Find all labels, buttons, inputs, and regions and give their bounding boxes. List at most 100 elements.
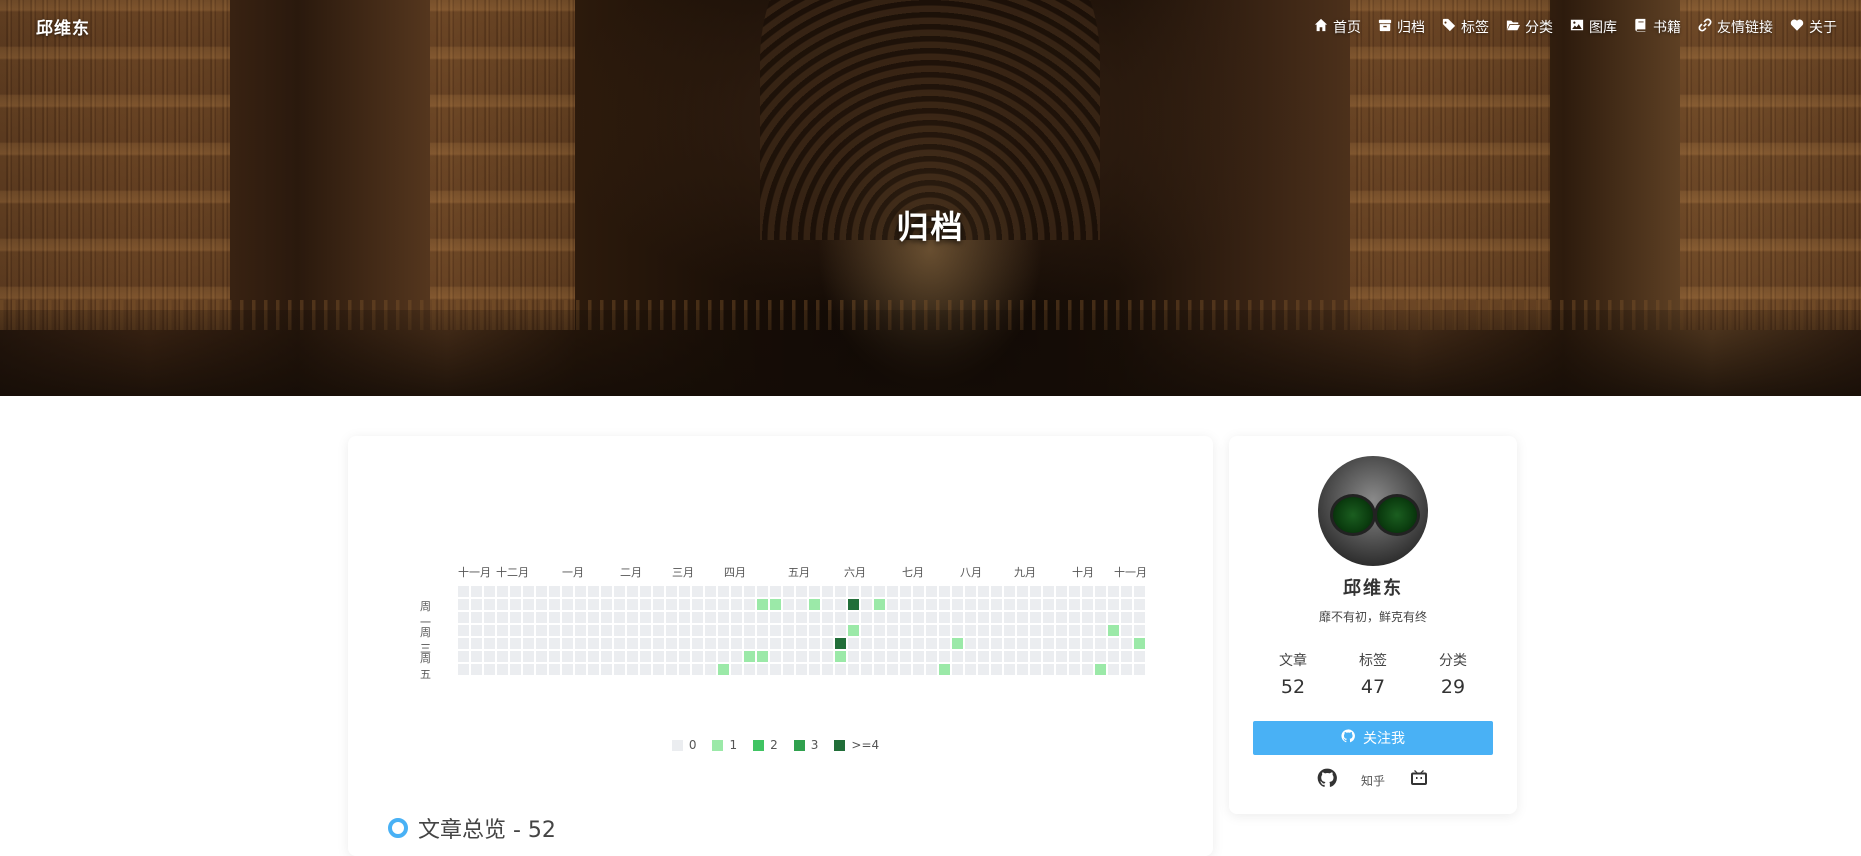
heatmap-cell[interactable] [1082, 651, 1093, 662]
heatmap-cell[interactable] [562, 651, 573, 662]
heatmap-cell[interactable] [913, 664, 924, 675]
heatmap-cell[interactable] [705, 664, 716, 675]
heatmap-cell[interactable] [822, 599, 833, 610]
heatmap-cell[interactable] [471, 612, 482, 623]
zhihu-link[interactable]: 知乎 [1361, 772, 1385, 789]
heatmap-cell[interactable] [575, 599, 586, 610]
heatmap-cell[interactable] [523, 612, 534, 623]
heatmap-cell[interactable] [965, 651, 976, 662]
heatmap-cell[interactable] [1056, 599, 1067, 610]
heatmap-cell[interactable] [510, 664, 521, 675]
heatmap-cell[interactable] [835, 586, 846, 597]
heatmap-cell[interactable] [1004, 651, 1015, 662]
heatmap-cell[interactable] [744, 664, 755, 675]
heatmap-cell[interactable] [575, 638, 586, 649]
heatmap-cell[interactable] [666, 651, 677, 662]
heatmap-cell[interactable] [939, 625, 950, 636]
heatmap-cell[interactable] [653, 664, 664, 675]
nav-item-gallery[interactable]: 图库 [1570, 17, 1617, 37]
heatmap-cell[interactable] [861, 638, 872, 649]
heatmap-cell[interactable] [770, 638, 781, 649]
heatmap-cell[interactable] [900, 612, 911, 623]
nav-item-tags[interactable]: 标签 [1442, 17, 1489, 37]
heatmap-cell[interactable] [575, 651, 586, 662]
heatmap-cell[interactable] [1134, 625, 1145, 636]
heatmap-cell[interactable] [497, 586, 508, 597]
heatmap-cell[interactable] [601, 638, 612, 649]
heatmap-cell[interactable] [783, 664, 794, 675]
heatmap-cell[interactable] [614, 586, 625, 597]
heatmap-cell[interactable] [835, 599, 846, 610]
heatmap-cell[interactable] [1082, 625, 1093, 636]
stat-categories[interactable]: 分类 29 [1413, 650, 1493, 698]
heatmap-cell[interactable] [627, 664, 638, 675]
heatmap-cell[interactable] [1121, 638, 1132, 649]
heatmap-cell[interactable] [1004, 638, 1015, 649]
heatmap-cell[interactable] [952, 651, 963, 662]
heatmap-cell[interactable] [627, 625, 638, 636]
heatmap-cell[interactable] [887, 664, 898, 675]
heatmap-cell[interactable] [484, 664, 495, 675]
nav-item-categories[interactable]: 分类 [1506, 17, 1553, 37]
nav-item-books[interactable]: 书籍 [1634, 17, 1681, 37]
heatmap-cell[interactable] [991, 612, 1002, 623]
heatmap-cell[interactable] [1069, 612, 1080, 623]
heatmap-cell[interactable] [510, 638, 521, 649]
heatmap-cell[interactable] [848, 612, 859, 623]
heatmap-cell[interactable] [796, 664, 807, 675]
heatmap-cell[interactable] [731, 586, 742, 597]
heatmap-cell[interactable] [1121, 599, 1132, 610]
heatmap-cell[interactable] [926, 612, 937, 623]
heatmap-cell[interactable] [1004, 625, 1015, 636]
heatmap-cell[interactable] [887, 651, 898, 662]
heatmap-cell[interactable] [510, 612, 521, 623]
heatmap-cell[interactable] [1030, 638, 1041, 649]
heatmap-cell[interactable] [1069, 664, 1080, 675]
heatmap-cell[interactable] [640, 625, 651, 636]
heatmap-cell[interactable] [510, 625, 521, 636]
heatmap-cell[interactable] [939, 638, 950, 649]
heatmap-cell[interactable] [926, 664, 937, 675]
heatmap-cell[interactable] [887, 638, 898, 649]
heatmap-cell[interactable] [783, 638, 794, 649]
heatmap-cell[interactable] [718, 664, 729, 675]
heatmap-cell[interactable] [549, 599, 560, 610]
heatmap-cell[interactable] [562, 625, 573, 636]
heatmap-cell[interactable] [1069, 625, 1080, 636]
heatmap-cell[interactable] [874, 586, 885, 597]
heatmap-cell[interactable] [1069, 638, 1080, 649]
heatmap-cell[interactable] [1069, 599, 1080, 610]
heatmap-cell[interactable] [1030, 625, 1041, 636]
heatmap-cell[interactable] [731, 638, 742, 649]
heatmap-cell[interactable] [471, 651, 482, 662]
heatmap-cell[interactable] [523, 599, 534, 610]
heatmap-cell[interactable] [978, 586, 989, 597]
heatmap-cell[interactable] [705, 651, 716, 662]
heatmap-cell[interactable] [809, 638, 820, 649]
heatmap-cell[interactable] [809, 599, 820, 610]
heatmap-cell[interactable] [848, 664, 859, 675]
heatmap-cell[interactable] [601, 625, 612, 636]
heatmap-cell[interactable] [731, 599, 742, 610]
heatmap-cell[interactable] [679, 599, 690, 610]
heatmap-cell[interactable] [1082, 599, 1093, 610]
nav-item-about[interactable]: 关于 [1790, 17, 1837, 37]
heatmap-cell[interactable] [822, 625, 833, 636]
heatmap-cell[interactable] [601, 599, 612, 610]
heatmap-cell[interactable] [757, 638, 768, 649]
heatmap-cell[interactable] [640, 638, 651, 649]
heatmap-cell[interactable] [692, 625, 703, 636]
heatmap-cell[interactable] [705, 625, 716, 636]
nav-item-links[interactable]: 友情链接 [1698, 17, 1773, 37]
heatmap-cell[interactable] [1095, 651, 1106, 662]
heatmap-cell[interactable] [939, 651, 950, 662]
heatmap-cell[interactable] [783, 586, 794, 597]
heatmap-cell[interactable] [640, 664, 651, 675]
heatmap-cell[interactable] [783, 651, 794, 662]
heatmap-cell[interactable] [1108, 599, 1119, 610]
heatmap-cell[interactable] [939, 599, 950, 610]
heatmap-cell[interactable] [627, 599, 638, 610]
heatmap-cell[interactable] [458, 664, 469, 675]
heatmap-cell[interactable] [718, 625, 729, 636]
heatmap-cell[interactable] [653, 599, 664, 610]
